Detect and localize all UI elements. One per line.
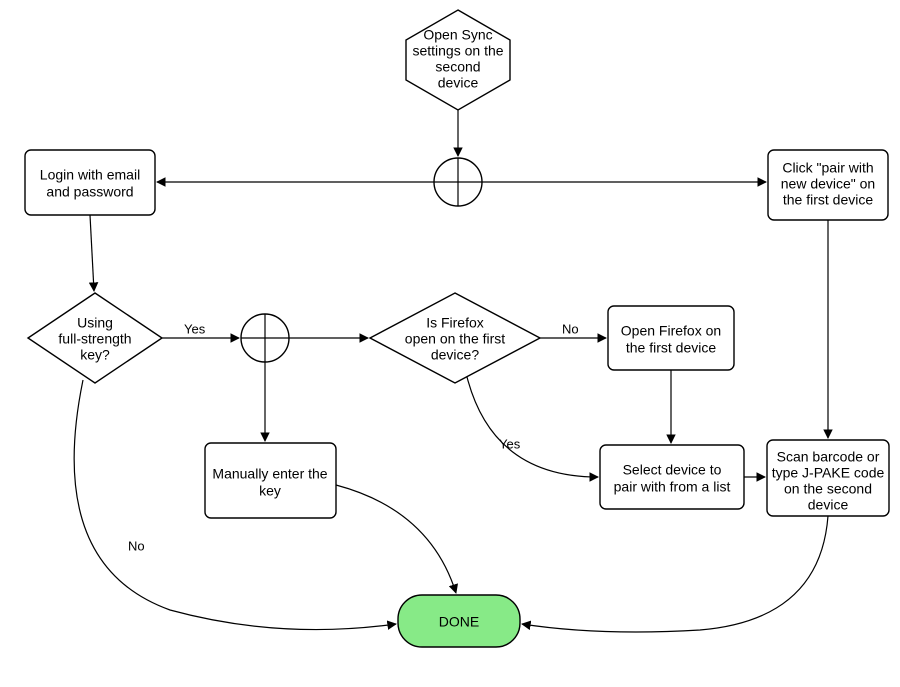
- node-fullkey-l1: Using: [77, 315, 113, 331]
- node-pair-click: Click "pair with new device" on the firs…: [768, 150, 888, 220]
- node-openff-l2: the first device: [626, 340, 716, 356]
- label-no-fullkey: No: [128, 538, 145, 553]
- node-login-l1: Login with email: [40, 167, 140, 183]
- node-manual-l1: Manually enter the: [212, 466, 327, 482]
- junction-mid: [241, 314, 289, 362]
- node-done-l1: DONE: [439, 614, 479, 630]
- node-openff-l1: Open Firefox on: [621, 323, 721, 339]
- node-start-l2: settings on the: [412, 43, 503, 59]
- flowchart-canvas: Open Sync settings on the second device …: [0, 0, 900, 687]
- edge-scan-done: [522, 516, 828, 632]
- node-ffopen-l3: device?: [431, 347, 479, 363]
- node-done: DONE: [398, 595, 520, 647]
- node-scan-l2: type J-PAKE code: [772, 465, 885, 481]
- node-fullkey: Using full-strength key?: [28, 293, 162, 383]
- node-login-l2: and password: [46, 184, 133, 200]
- node-ffopen-l2: open on the first: [405, 331, 506, 347]
- node-selectdev-l2: pair with from a list: [614, 479, 731, 495]
- node-start-l1: Open Sync: [423, 27, 492, 43]
- node-fullkey-l3: key?: [80, 347, 110, 363]
- node-selectdev-l1: Select device to: [623, 462, 722, 478]
- edge-manual-done: [336, 485, 456, 593]
- label-no-ffopen: No: [562, 321, 579, 336]
- node-scan-l1: Scan barcode or: [777, 449, 880, 465]
- label-yes-fullkey: Yes: [184, 321, 206, 336]
- node-login: Login with email and password: [25, 150, 155, 215]
- node-ffopen: Is Firefox open on the first device?: [370, 293, 540, 383]
- node-start: Open Sync settings on the second device: [406, 10, 510, 110]
- node-pair-l2: new device" on: [781, 176, 875, 192]
- node-ffopen-l1: Is Firefox: [426, 315, 484, 331]
- node-selectdev: Select device to pair with from a list: [600, 445, 744, 509]
- junction-top: [434, 158, 482, 206]
- node-openff: Open Firefox on the first device: [608, 306, 734, 370]
- node-pair-l1: Click "pair with: [782, 160, 873, 176]
- node-pair-l3: the first device: [783, 192, 873, 208]
- node-scan: Scan barcode or type J-PAKE code on the …: [767, 440, 889, 516]
- node-manual-l2: key: [259, 483, 281, 499]
- edge-ffopen-selectdev: [467, 377, 598, 477]
- node-scan-l4: device: [808, 497, 849, 513]
- node-fullkey-l2: full-strength: [58, 331, 131, 347]
- label-yes-ffopen: Yes: [499, 436, 521, 451]
- edge-login-fullkey: [90, 215, 94, 291]
- node-start-l4: device: [438, 75, 479, 91]
- node-manual: Manually enter the key: [205, 443, 336, 518]
- node-start-l3: second: [435, 59, 480, 75]
- node-scan-l3: on the second: [784, 481, 872, 497]
